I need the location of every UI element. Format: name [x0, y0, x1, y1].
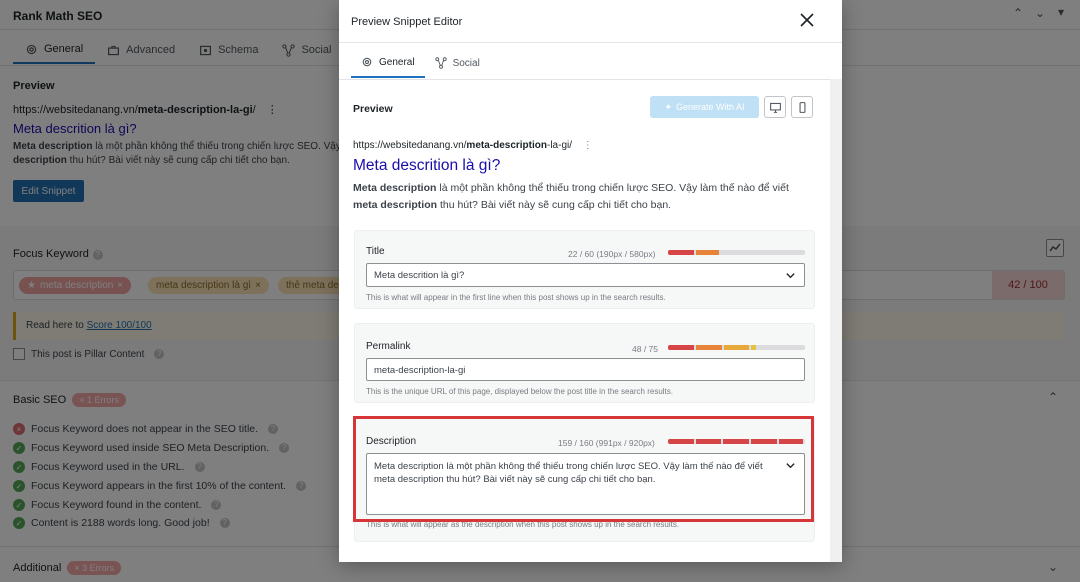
desktop-preview-button[interactable]	[764, 96, 786, 118]
highlight-annotation	[353, 416, 814, 522]
tab-label: Social	[452, 57, 480, 69]
desktop-icon	[769, 102, 781, 113]
meter-segment	[751, 345, 756, 350]
meter-segment	[668, 345, 694, 350]
scrollbar[interactable]	[830, 79, 842, 562]
divider	[339, 42, 842, 43]
title-label: Title	[366, 246, 385, 257]
permalink-field-group: Permalink 48 / 75 meta-description-la-gi…	[354, 323, 815, 403]
modal-tabs: General Social	[351, 48, 490, 78]
generate-with-ai-button[interactable]: ✦ Generate With AI	[650, 96, 759, 118]
meter-segment	[668, 250, 694, 255]
divider	[339, 79, 830, 80]
sparkle-icon: ✦	[664, 101, 672, 112]
permalink-length-meter	[668, 345, 805, 350]
meter-segment	[695, 250, 719, 255]
tab-general[interactable]: General	[351, 48, 425, 78]
title-input[interactable]: Meta descrition là gì?	[366, 263, 805, 287]
meter-segment	[695, 345, 722, 350]
mobile-icon	[799, 101, 805, 113]
tab-label: General	[379, 56, 415, 68]
chevron-down-icon[interactable]	[785, 270, 796, 281]
more-options-icon[interactable]: ⋮	[583, 140, 593, 151]
gear-icon	[362, 57, 372, 67]
share-icon	[434, 57, 447, 69]
mobile-preview-button[interactable]	[791, 96, 813, 118]
title-help-text: This is what will appear in the first li…	[366, 293, 666, 302]
title-length-count: 22 / 60 (190px / 580px)	[568, 249, 656, 259]
modal-title: Preview Snippet Editor	[351, 16, 463, 28]
permalink-help-text: This is the unique URL of this page, dis…	[366, 387, 673, 396]
preview-snippet-editor-modal: Preview Snippet Editor General Social Pr…	[339, 0, 842, 562]
preview-url: https://websitedanang.vn/meta-descriptio…	[353, 140, 593, 151]
permalink-input[interactable]: meta-description-la-gi	[366, 358, 805, 381]
meter-segment	[723, 345, 750, 350]
preview-description: Meta description là một phần không thể t…	[353, 182, 789, 211]
preview-label: Preview	[353, 103, 393, 115]
tab-social[interactable]: Social	[425, 48, 490, 78]
permalink-length-count: 48 / 75	[632, 344, 658, 354]
title-length-meter	[668, 250, 805, 255]
title-field-group: Title 22 / 60 (190px / 580px) Meta descr…	[354, 230, 815, 309]
preview-title: Meta descrition là gì?	[353, 157, 501, 174]
permalink-label: Permalink	[366, 341, 411, 352]
close-icon[interactable]	[799, 12, 815, 28]
